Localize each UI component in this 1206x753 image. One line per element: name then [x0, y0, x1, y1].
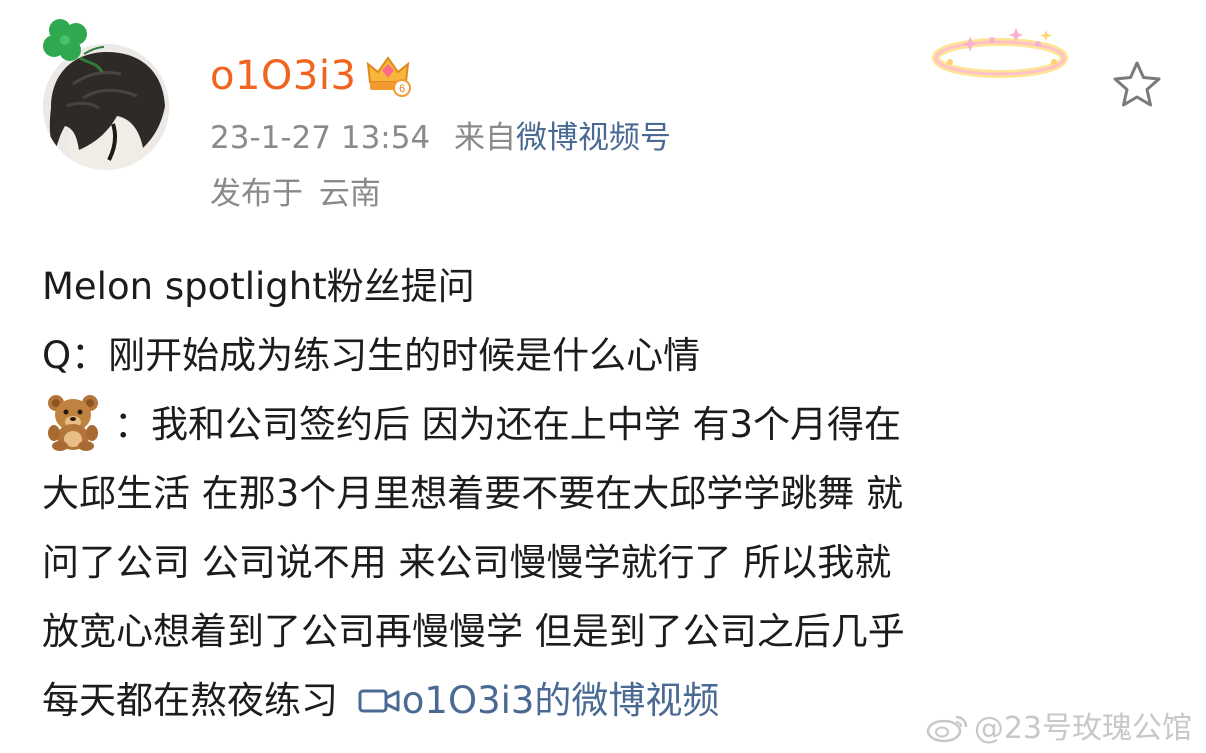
location-name: 云南 [318, 176, 381, 212]
source-prefix: 来自 [454, 120, 517, 156]
source-link[interactable]: 微博视频号 [516, 120, 671, 156]
content-line: 放宽心想着到了公司再慢慢学 但是到了公司之后几乎 [42, 610, 905, 653]
video-link[interactable]: o1O3i3的微博视频 [350, 679, 720, 722]
content-line: Melon spotlight粉丝提问 [42, 265, 475, 308]
author-name[interactable]: o1O3i3 [210, 52, 356, 100]
video-camera-icon [358, 689, 400, 713]
weibo-post: o1O3i3 6 23-1-27 13:54 来自微博视频号 发布于 云南 Me… [0, 0, 1206, 753]
post-timestamp: 23-1-27 13:54 [210, 120, 431, 156]
post-content: Melon spotlight粉丝提问 Q：刚开始成为练习生的时候是什么心情 ：… [42, 252, 1167, 735]
vip-level: 6 [399, 83, 405, 95]
vip-crown-icon[interactable]: 6 [364, 52, 412, 98]
content-line: 问了公司 公司说不用 来公司慢慢学就行了 所以我就 [42, 541, 892, 584]
watermark: @23号玫瑰公馆 [926, 711, 1192, 747]
post-meta: 23-1-27 13:54 来自微博视频号 [210, 118, 671, 158]
star-outline-icon[interactable] [1110, 58, 1164, 112]
weibo-logo-icon [926, 715, 968, 743]
halo-sparkle-icon [932, 28, 1068, 78]
content-text: 每天都在熬夜练习 [42, 679, 338, 722]
location-prefix: 发布于 [210, 176, 303, 212]
avatar-container[interactable] [40, 14, 180, 174]
clover-icon [43, 19, 104, 73]
watermark-text: @23号玫瑰公馆 [973, 711, 1192, 746]
post-location: 发布于 云南 [210, 174, 381, 214]
content-line: ：我和公司签约后 因为还在上中学 有3个月得在 [42, 390, 1167, 459]
content-line: Q：刚开始成为练习生的时候是什么心情 [42, 334, 701, 377]
video-link-label: o1O3i3的微博视频 [401, 679, 720, 722]
content-text: ：我和公司签约后 因为还在上中学 有3个月得在 [114, 403, 902, 446]
content-line: 大邱生活 在那3个月里想着要不要在大邱学学跳舞 就 [42, 472, 904, 515]
teddy-bear-emoji [48, 395, 98, 451]
